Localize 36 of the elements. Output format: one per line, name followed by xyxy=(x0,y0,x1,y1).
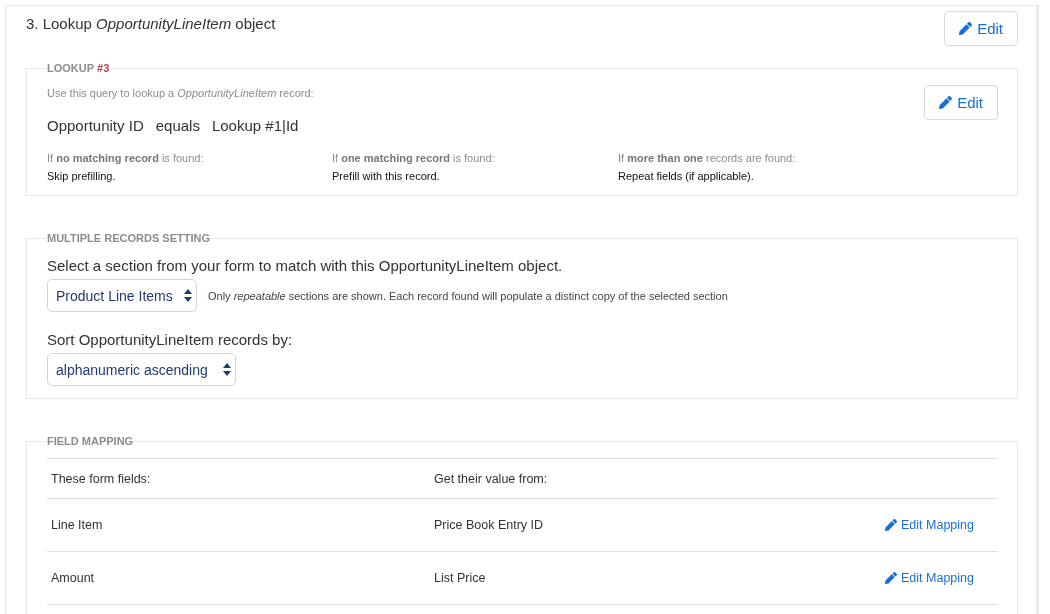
table-cell-text: List Price xyxy=(433,570,487,586)
edit-button[interactable]: Edit xyxy=(924,85,998,120)
outcome-condition: If one matching record is found: xyxy=(332,151,496,166)
sort-prompt: Sort OpportunityLineItem records by: xyxy=(47,330,294,350)
column-header: Get their value from: xyxy=(433,470,549,487)
condition-field: Opportunity ID xyxy=(47,116,144,136)
legend-title: FIELD MAPPING xyxy=(47,434,134,449)
outcome-action: Prefill with this record. xyxy=(332,169,441,184)
up-down-caret-icon xyxy=(223,363,231,376)
pencil-icon xyxy=(959,22,973,35)
up-down-caret-icon xyxy=(184,289,192,302)
section-title: 3. Lookup OpportunityLineItem object xyxy=(26,14,276,34)
outcome-condition: If no matching record is found: xyxy=(47,151,205,166)
legend-title: MULTIPLE RECORDS SETTING xyxy=(47,231,210,246)
outcome-condition: If more than one records are found: xyxy=(618,151,797,166)
section-prompt: Select a section from your form to match with this OpportunityLineItem object. xyxy=(47,256,564,276)
section-select[interactable]: Product Line Items xyxy=(47,279,197,312)
edit-button[interactable]: Edit xyxy=(944,11,1018,46)
legend-title: LOOKUP xyxy=(47,62,95,74)
edit-mapping-link[interactable]: Edit Mapping xyxy=(885,570,974,586)
condition-value: Lookup #1|Id xyxy=(211,116,299,136)
query-description: Use this query to lookup a OpportunityLineItem record: xyxy=(47,86,314,101)
table-cell-text: Price Book Entry ID xyxy=(433,517,545,533)
pencil-icon xyxy=(885,519,898,531)
column-header: These form fields: xyxy=(50,470,152,487)
pencil-icon xyxy=(885,572,898,584)
sort-select[interactable]: alphanumeric ascending xyxy=(47,353,236,386)
outcome-action: Skip prefilling. xyxy=(47,169,117,184)
edit-mapping-link[interactable]: Edit Mapping xyxy=(885,517,974,533)
pencil-icon xyxy=(939,96,953,109)
table-cell-text: Line Item xyxy=(50,517,104,533)
lookup-number: #3 xyxy=(97,62,110,74)
condition-operator: equals xyxy=(155,116,200,136)
table-cell-text: Amount xyxy=(50,570,96,586)
outcome-action: Repeat fields (if applicable). xyxy=(618,169,755,184)
section-hint: Only repeatable sections are shown. Each record found will populate a distinct copy of the selected section xyxy=(208,288,728,304)
